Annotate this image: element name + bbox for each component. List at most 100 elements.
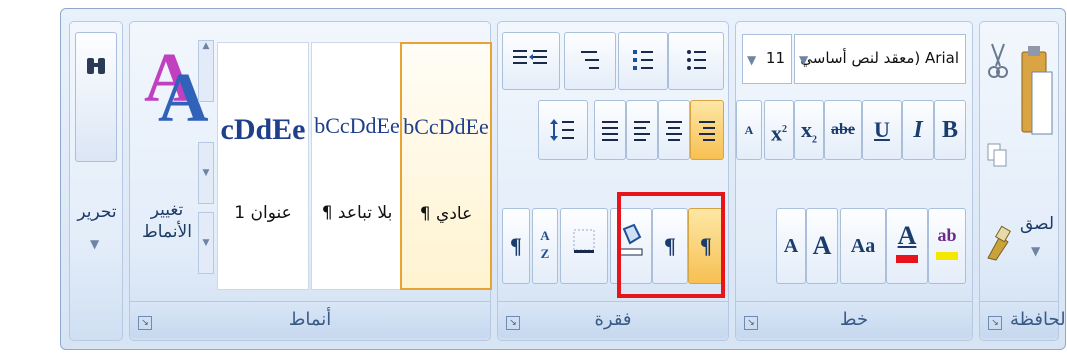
paste-button[interactable]: لصق ▼ [1018,34,1056,284]
align-right-icon [699,121,715,141]
font-color-swatch [896,255,918,263]
align-center-button[interactable] [658,100,690,160]
borders-icon [573,229,595,253]
copy-icon [987,143,1007,167]
highlight-color-button[interactable]: ab [928,208,966,284]
style-heading1[interactable]: cDdEe عنوان 1 [217,42,309,290]
change-case-button[interactable]: Aa [840,208,886,284]
grow-font-icon: A [812,231,832,260]
line-spacing-button[interactable] [538,100,588,160]
numbering-button[interactable] [618,32,668,90]
find-button[interactable] [75,32,117,162]
style-normal[interactable]: bCcDdEe ¶ عادي [400,42,492,290]
style-sample: bCcDdEe [314,113,400,138]
multilevel-list-button[interactable] [564,32,616,90]
paragraph-group-label: فقرة [498,301,728,338]
paragraph-dialog-launcher[interactable]: ↘ [506,316,520,330]
font-group-label: خط [736,301,972,338]
shrink-font-button[interactable]: A [776,208,806,284]
binoculars-icon [87,58,105,74]
style-sample: cDdEe [220,113,306,146]
font-label: خط [839,309,869,330]
change-case-label: Aa [850,235,876,257]
styles-dialog-launcher[interactable]: ↘ [138,316,152,330]
format-painter-icon [987,225,1012,261]
styles-scroll-up[interactable]: ▲ [198,40,214,102]
paste-label: لصق [1019,214,1055,234]
font-group: معقد لنص أساسي) Arial ▼ 11 ▼ B I U abe x… [735,21,973,341]
underline-button[interactable]: U [862,100,902,160]
shrink-font-icon: A [783,235,799,257]
strikethrough-label: abe [831,121,855,138]
style-name: ¶ عادي [419,204,473,224]
subscript-button[interactable]: x2 [794,100,824,160]
styles-group: A A تغيير الأنماط ▲ ▼ ▼ cDdEe عنوان 1 bC… [129,21,492,341]
font-name-combobox[interactable]: معقد لنص أساسي) Arial ▼ [794,34,966,84]
highlight-color-swatch [936,252,958,260]
grow-font-button[interactable]: A [806,208,838,284]
scissors-icon [988,43,1008,78]
style-sample: bCcDdEe [403,114,489,139]
styles-label: أنماط [288,309,332,330]
clipboard-icon [1021,46,1053,135]
styles-scroll-down[interactable]: ▼ [198,142,214,204]
italic-button[interactable]: I [902,100,934,160]
clear-formatting-button[interactable]: A [736,100,762,160]
bold-label: B [941,117,958,143]
styles-more[interactable]: ▼ [198,212,214,274]
editing-label[interactable]: تحرير [70,202,124,222]
justify-icon [602,121,618,141]
line-spacing-icon [550,119,574,141]
change-styles-label: تغيير الأنماط [142,200,192,242]
indent-buttons[interactable] [502,32,560,90]
indent-icon [513,50,547,64]
pilcrow-icon: ¶ [510,233,522,258]
style-name: عنوان 1 [234,203,292,223]
numbering-icon [633,50,653,70]
font-size-combobox[interactable]: 11 ▼ [742,34,792,84]
clipboard-group: لصق ▼ الحافظة ↘ [979,21,1067,341]
italic-label: I [913,117,923,143]
styles-group-label: أنماط [130,301,490,338]
font-color-button[interactable]: A [886,208,928,284]
font-name-value: معقد لنص أساسي) Arial [800,49,959,67]
subscript-label: x [801,117,812,142]
clear-formatting-icon: A [744,123,754,137]
clipboard-dialog-launcher[interactable]: ↘ [988,316,1002,330]
bullets-button[interactable] [668,32,724,90]
copy-button[interactable] [986,142,1014,182]
font-size-dropdown-icon[interactable]: ▼ [747,53,756,67]
cut-button[interactable] [986,42,1014,92]
show-hide-button[interactable]: ¶ [502,208,530,284]
font-color-icon: A [897,221,917,250]
justify-button[interactable] [594,100,626,160]
sort-icon: A Z [540,228,550,261]
paste-dropdown-icon[interactable]: ▼ [1031,244,1040,258]
format-painter-button[interactable] [984,222,1014,266]
font-dialog-launcher[interactable]: ↘ [744,316,758,330]
align-left-button[interactable] [626,100,658,160]
multilevel-list-icon [581,51,599,69]
superscript-button[interactable]: x2 [764,100,794,160]
editing-group: تحرير ▼ [69,21,123,341]
paragraph-label: فقرة [594,309,632,330]
align-center-icon [666,121,682,141]
style-no-spacing[interactable]: bCcDdEe ¶ بلا تباعد [311,42,403,290]
font-name-dropdown-icon[interactable]: ▼ [799,53,808,67]
underline-label: U [874,117,890,142]
strikethrough-button[interactable]: abe [824,100,862,160]
annotation-highlight-box [617,192,725,298]
sort-button[interactable]: A Z [532,208,558,284]
style-name: ¶ بلا تباعد [321,203,393,223]
change-styles-button[interactable]: A A تغيير الأنماط [136,34,209,289]
editing-dropdown-icon[interactable]: ▼ [90,237,99,251]
highlight-icon: ab [937,225,957,245]
align-right-button[interactable] [690,100,724,160]
ribbon: تحرير ▼ A A تغيير الأنماط ▲ ▼ ▼ cDdEe عن… [60,8,1067,350]
superscript-label: x [771,120,782,146]
font-size-value: 11 [765,49,785,67]
align-left-icon [634,121,650,141]
bold-button[interactable]: B [934,100,966,160]
borders-button[interactable] [560,208,608,284]
bullets-icon [687,50,706,70]
